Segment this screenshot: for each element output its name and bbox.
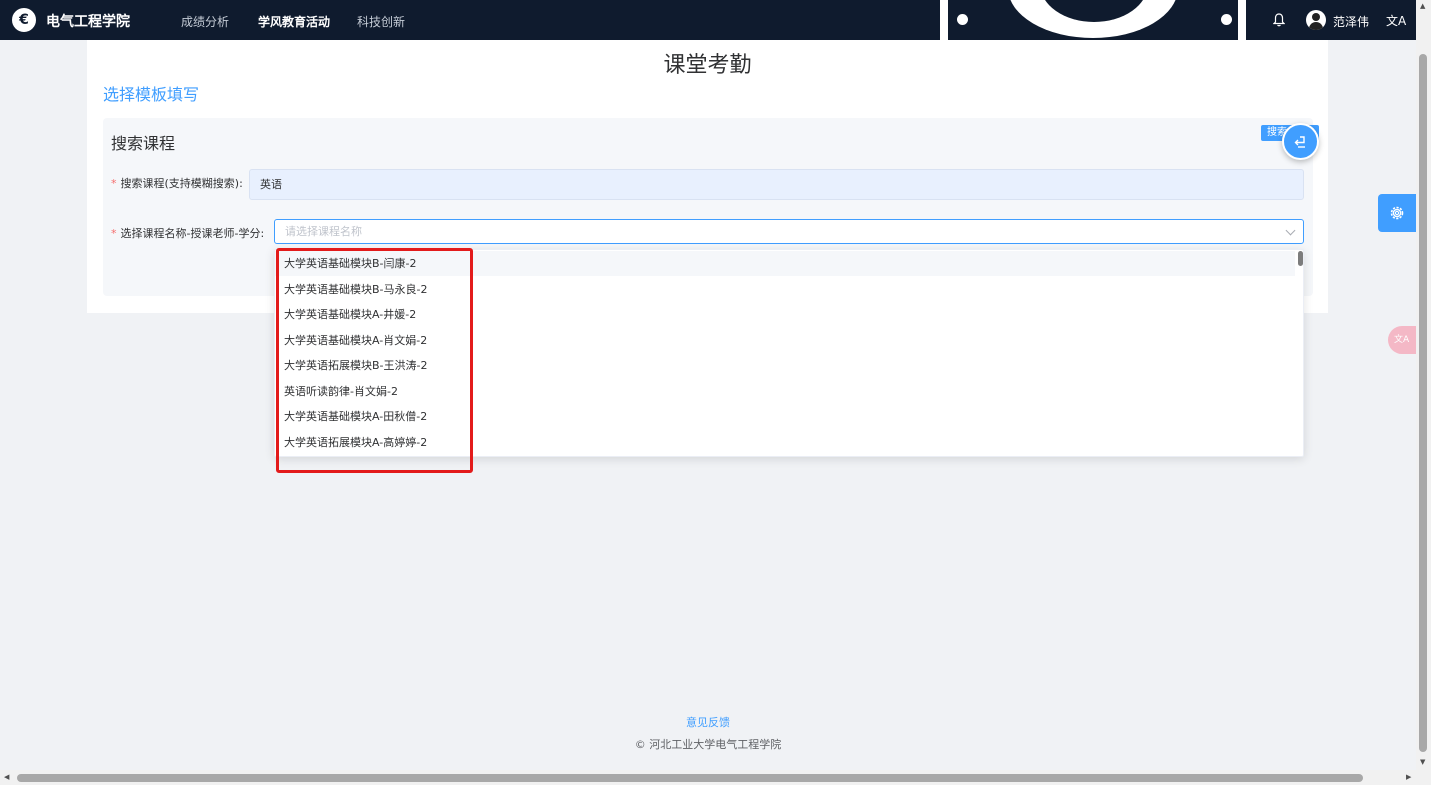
username[interactable]: 范泽伟 <box>1333 13 1369 30</box>
dropdown-scrollbar[interactable] <box>1298 251 1303 266</box>
avatar-head <box>1312 13 1320 21</box>
avatar[interactable] <box>1306 10 1326 30</box>
required-mark: * <box>111 227 117 240</box>
chevron-down-icon[interactable] <box>1285 225 1296 236</box>
scroll-down-arrow[interactable]: ▼ <box>1420 758 1425 766</box>
back-icon <box>1294 135 1305 148</box>
logo-glyph: € <box>19 12 29 28</box>
nav-item-tech-innovation[interactable]: 科技创新 <box>357 13 405 30</box>
select-course-label: * 选择课程名称-授课老师-学分: <box>111 225 264 241</box>
feedback-link[interactable]: 意见反馈 <box>0 714 1416 730</box>
search-course-input[interactable]: 英语 <box>249 169 1304 200</box>
page-title: 课堂考勤 <box>663 53 752 78</box>
search-course-label: * 搜索课程(支持模糊搜索): <box>111 175 243 191</box>
scroll-up-arrow[interactable]: ▲ <box>1420 2 1425 10</box>
select-course-dropdown[interactable]: 请选择课程名称 <box>274 219 1304 244</box>
avatar-body <box>1309 22 1323 30</box>
highlight-box <box>276 248 473 473</box>
gear-icon <box>1390 206 1404 220</box>
translate-icon[interactable]: 文A <box>1386 12 1406 29</box>
vertical-scroll-thumb[interactable] <box>1419 54 1427 752</box>
scroll-left-arrow[interactable]: ◀ <box>4 773 9 781</box>
panel-title: 搜索课程 <box>111 134 176 153</box>
nav-item-grade-analysis[interactable]: 成绩分析 <box>181 13 229 30</box>
logo-icon[interactable]: € <box>12 8 36 32</box>
select-placeholder: 请选择课程名称 <box>285 225 362 238</box>
horizontal-scroll-thumb[interactable] <box>17 774 1363 782</box>
translate-float-button[interactable]: 文A <box>1388 326 1416 354</box>
scroll-right-arrow[interactable]: ▶ <box>1406 773 1411 781</box>
settings-button[interactable] <box>1378 194 1416 232</box>
nav-item-study-activities[interactable]: 学风教育活动 <box>258 13 330 30</box>
app-title[interactable]: 电气工程学院 <box>46 11 130 31</box>
back-button[interactable] <box>1282 123 1319 160</box>
select-course-label-text: 选择课程名称-授课老师-学分: <box>120 227 265 240</box>
top-navbar: € 电气工程学院 成绩分析 学风教育活动 科技创新 范泽伟 文A <box>0 0 1416 40</box>
required-mark: * <box>111 177 117 190</box>
nav-decoration-dot <box>957 14 968 25</box>
copyright: © 河北工业大学电气工程学院 <box>634 738 782 751</box>
nav-decoration-inner <box>948 0 1238 40</box>
bell-icon[interactable] <box>1273 13 1285 27</box>
select-template-link[interactable]: 选择模板填写 <box>103 81 199 105</box>
nav-decoration-dot <box>1221 14 1232 25</box>
search-course-label-text: 搜索课程(支持模糊搜索): <box>120 177 243 190</box>
